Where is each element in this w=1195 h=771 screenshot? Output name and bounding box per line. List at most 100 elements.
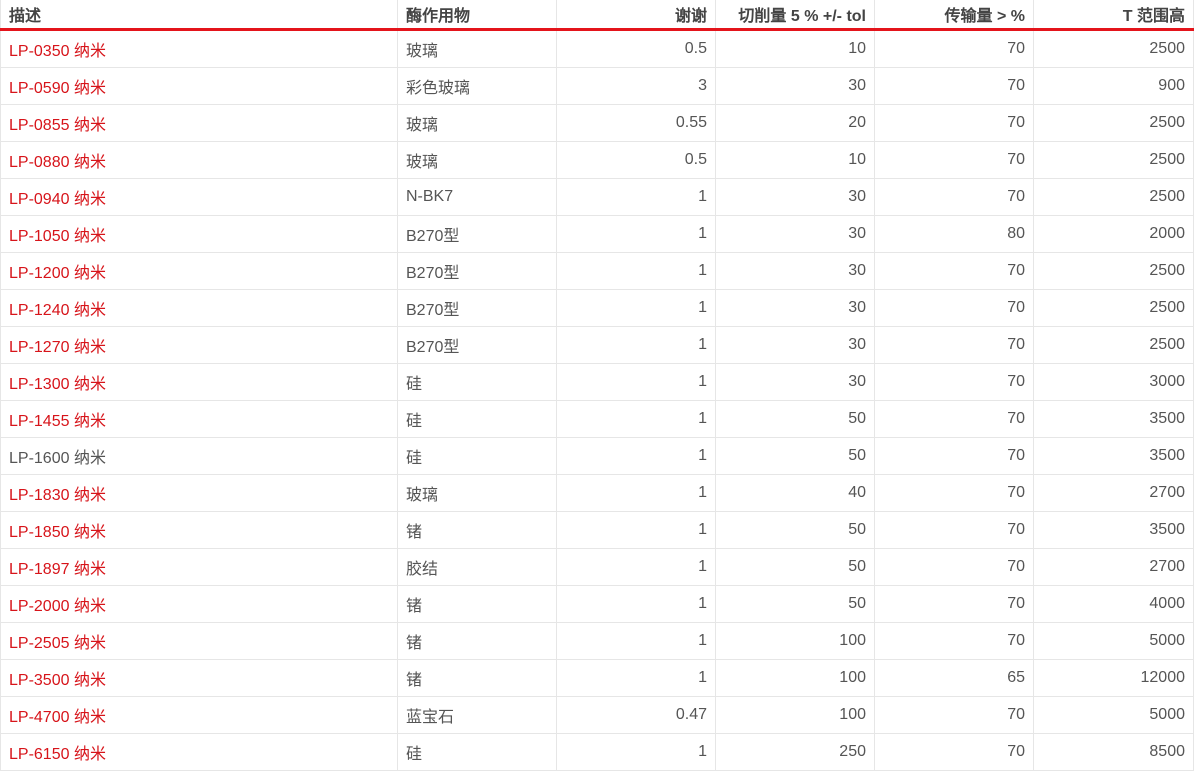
cell-substrate: 胶结 xyxy=(397,548,557,586)
cell-transmission: 65 xyxy=(874,659,1034,697)
table-row: LP-0855 纳米 玻璃 0.55 20 70 2500 xyxy=(0,104,1194,142)
product-link[interactable]: LP-0350 纳米 xyxy=(9,43,106,60)
product-link[interactable]: LP-1300 纳米 xyxy=(9,376,106,393)
cell-transmission: 70 xyxy=(874,511,1034,549)
product-link[interactable]: LP-1050 纳米 xyxy=(9,228,106,245)
table-row: LP-2505 纳米 锗 1 100 70 5000 xyxy=(0,622,1194,660)
cell-thanks: 1 xyxy=(556,585,716,623)
cell-description: LP-1455 纳米 xyxy=(0,400,398,438)
product-link[interactable]: LP-3500 纳米 xyxy=(9,672,106,689)
product-link[interactable]: LP-1897 纳米 xyxy=(9,561,106,578)
product-link[interactable]: LP-0940 纳米 xyxy=(9,191,106,208)
col-header-substrate: 酶作用物 xyxy=(397,0,557,31)
cell-thanks: 1 xyxy=(556,326,716,364)
product-link[interactable]: LP-1850 纳米 xyxy=(9,524,106,541)
cell-range-high: 2500 xyxy=(1033,29,1194,68)
cell-thanks: 1 xyxy=(556,622,716,660)
cell-cut: 100 xyxy=(715,696,875,734)
cell-cut: 30 xyxy=(715,363,875,401)
cell-cut: 30 xyxy=(715,326,875,364)
cell-substrate: 锗 xyxy=(397,659,557,697)
product-link[interactable]: LP-4700 纳米 xyxy=(9,709,106,726)
cell-thanks: 1 xyxy=(556,511,716,549)
product-link[interactable]: LP-1830 纳米 xyxy=(9,487,106,504)
table-header-row: 描述 酶作用物 谢谢 切削量 5 % +/- tol 传输量 > % T 范围高 xyxy=(0,0,1194,31)
table-row: LP-0350 纳米 玻璃 0.5 10 70 2500 xyxy=(0,29,1194,68)
cell-transmission: 70 xyxy=(874,67,1034,105)
cell-substrate: B270型 xyxy=(397,289,557,327)
cell-thanks: 1 xyxy=(556,363,716,401)
cell-thanks: 0.47 xyxy=(556,696,716,734)
cell-range-high: 2500 xyxy=(1033,326,1194,364)
cell-description: LP-1050 纳米 xyxy=(0,215,398,253)
cell-substrate: 玻璃 xyxy=(397,29,557,68)
cell-substrate: 玻璃 xyxy=(397,474,557,512)
cell-substrate: 彩色玻璃 xyxy=(397,67,557,105)
cell-range-high: 900 xyxy=(1033,67,1194,105)
cell-substrate: B270型 xyxy=(397,326,557,364)
cell-range-high: 8500 xyxy=(1033,733,1194,771)
cell-transmission: 70 xyxy=(874,548,1034,586)
cell-transmission: 70 xyxy=(874,733,1034,771)
cell-thanks: 1 xyxy=(556,548,716,586)
cell-thanks: 1 xyxy=(556,252,716,290)
cell-transmission: 70 xyxy=(874,141,1034,179)
cell-substrate: 玻璃 xyxy=(397,104,557,142)
product-link[interactable]: LP-0855 纳米 xyxy=(9,117,106,134)
product-link[interactable]: LP-1455 纳米 xyxy=(9,413,106,430)
product-link[interactable]: LP-0880 纳米 xyxy=(9,154,106,171)
cell-cut: 10 xyxy=(715,141,875,179)
cell-range-high: 3000 xyxy=(1033,363,1194,401)
product-link[interactable]: LP-0590 纳米 xyxy=(9,80,106,97)
product-link[interactable]: LP-2505 纳米 xyxy=(9,635,106,652)
cell-thanks: 1 xyxy=(556,733,716,771)
cell-cut: 40 xyxy=(715,474,875,512)
table-row: LP-0940 纳米 N-BK7 1 30 70 2500 xyxy=(0,178,1194,216)
cell-transmission: 70 xyxy=(874,622,1034,660)
table-row: LP-1850 纳米 锗 1 50 70 3500 xyxy=(0,511,1194,549)
cell-cut: 50 xyxy=(715,511,875,549)
cell-range-high: 5000 xyxy=(1033,696,1194,734)
cell-substrate: 硅 xyxy=(397,437,557,475)
cell-transmission: 70 xyxy=(874,585,1034,623)
col-header-transmission: 传输量 > % xyxy=(874,0,1034,31)
cell-substrate: 锗 xyxy=(397,622,557,660)
cell-substrate: 蓝宝石 xyxy=(397,696,557,734)
cell-description: LP-1300 纳米 xyxy=(0,363,398,401)
table-row: LP-2000 纳米 锗 1 50 70 4000 xyxy=(0,585,1194,623)
cell-cut: 100 xyxy=(715,659,875,697)
cell-thanks: 1 xyxy=(556,178,716,216)
product-link[interactable]: LP-2000 纳米 xyxy=(9,598,106,615)
cell-description: LP-1270 纳米 xyxy=(0,326,398,364)
table-row: LP-6150 纳米 硅 1 250 70 8500 xyxy=(0,733,1194,771)
cell-description: LP-0590 纳米 xyxy=(0,67,398,105)
cell-thanks: 0.55 xyxy=(556,104,716,142)
cell-description: LP-1850 纳米 xyxy=(0,511,398,549)
product-link[interactable]: LP-1240 纳米 xyxy=(9,302,106,319)
cell-description: LP-1240 纳米 xyxy=(0,289,398,327)
product-link[interactable]: LP-6150 纳米 xyxy=(9,746,106,763)
cell-description: LP-1200 纳米 xyxy=(0,252,398,290)
cell-transmission: 70 xyxy=(874,437,1034,475)
cell-substrate: 锗 xyxy=(397,585,557,623)
product-link[interactable]: LP-1270 纳米 xyxy=(9,339,106,356)
cell-range-high: 3500 xyxy=(1033,511,1194,549)
cell-description: LP-0880 纳米 xyxy=(0,141,398,179)
cell-thanks: 1 xyxy=(556,289,716,327)
cell-cut: 50 xyxy=(715,400,875,438)
table-row: LP-1050 纳米 B270型 1 30 80 2000 xyxy=(0,215,1194,253)
cell-range-high: 4000 xyxy=(1033,585,1194,623)
cell-cut: 10 xyxy=(715,29,875,68)
cell-transmission: 70 xyxy=(874,400,1034,438)
cell-cut: 250 xyxy=(715,733,875,771)
table-row: LP-1300 纳米 硅 1 30 70 3000 xyxy=(0,363,1194,401)
table-row: LP-1455 纳米 硅 1 50 70 3500 xyxy=(0,400,1194,438)
product-link[interactable]: LP-1200 纳米 xyxy=(9,265,106,282)
cell-transmission: 70 xyxy=(874,326,1034,364)
cell-description: LP-1830 纳米 xyxy=(0,474,398,512)
table-row: LP-1600 纳米 硅 1 50 70 3500 xyxy=(0,437,1194,475)
cell-thanks: 1 xyxy=(556,215,716,253)
cell-cut: 100 xyxy=(715,622,875,660)
cell-range-high: 5000 xyxy=(1033,622,1194,660)
cell-range-high: 2500 xyxy=(1033,104,1194,142)
